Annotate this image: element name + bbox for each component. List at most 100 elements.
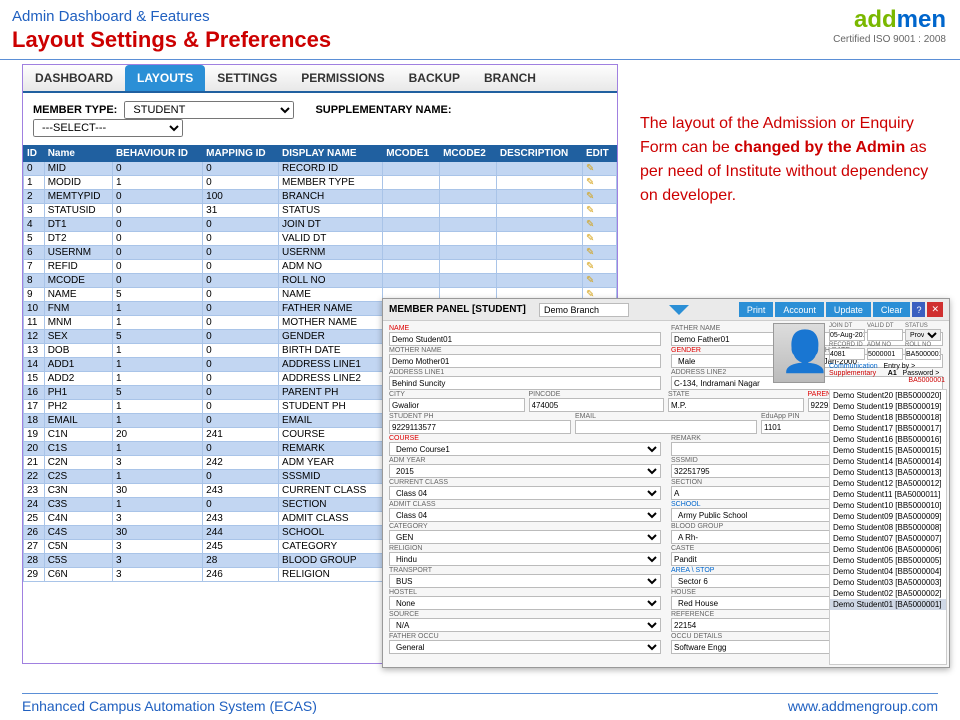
student-list-item[interactable]: Demo Student04 [BB5000004] [830, 566, 946, 577]
col-name: Name [44, 146, 112, 162]
table-row: 7REFID00ADM NO✎ [24, 260, 617, 274]
breadcrumb: Admin Dashboard & Features [12, 8, 948, 25]
edit-icon[interactable]: ✎ [586, 261, 594, 272]
input-state_l[interactable] [668, 398, 804, 412]
student-list-item[interactable]: Demo Student19 [BB5000019] [830, 401, 946, 412]
status-select[interactable]: Provisior [905, 329, 941, 341]
print-button[interactable]: Print [739, 302, 774, 317]
footer-right[interactable]: www.addmengroup.com [788, 698, 938, 714]
supplementary-name-select[interactable]: ---SELECT--- [33, 119, 183, 137]
input-addr1_l[interactable] [389, 376, 661, 390]
edit-icon[interactable]: ✎ [586, 275, 594, 286]
field-sph_l: STUDENT PH [389, 413, 571, 434]
student-list-item[interactable]: Demo Student15 [BA5000015] [830, 445, 946, 456]
edit-icon[interactable]: ✎ [586, 177, 594, 188]
student-list-item[interactable]: Demo Student02 [BA5000002] [830, 588, 946, 599]
field-email_l: EMAIL [575, 413, 757, 434]
input-city_l[interactable] [389, 398, 525, 412]
student-list-item[interactable]: Demo Student14 [BA5000014] [830, 456, 946, 467]
field-pin_l: PINCODE [529, 391, 665, 412]
student-list-item[interactable]: Demo Student18 [BB5000018] [830, 412, 946, 423]
record-id-input[interactable] [829, 348, 865, 360]
student-list-item[interactable]: Demo Student01 [BA5000001] [830, 599, 946, 610]
edit-icon[interactable]: ✎ [586, 191, 594, 202]
tab-layouts[interactable]: LAYOUTS [125, 65, 205, 91]
input-transport_l[interactable]: BUS [389, 574, 661, 588]
input-admclass_l[interactable]: Class 04 [389, 508, 661, 522]
table-row: 4DT100JOIN DT✎ [24, 218, 617, 232]
tab-settings[interactable]: SETTINGS [205, 65, 289, 91]
member-panel-overlay: MEMBER PANEL [STUDENT] Demo Branch Print… [382, 298, 950, 668]
student-list-item[interactable]: Demo Student16 [BB5000016] [830, 434, 946, 445]
edit-icon[interactable]: ✎ [586, 219, 594, 230]
col-description: DESCRIPTION [496, 146, 582, 162]
input-religion_l[interactable]: Hindu [389, 552, 661, 566]
adm-no-input[interactable] [867, 348, 903, 360]
help-button[interactable]: ? [912, 302, 925, 317]
input-sph_l[interactable] [389, 420, 571, 434]
student-list-item[interactable]: Demo Student13 [BA5000013] [830, 467, 946, 478]
input-source_l[interactable]: N/A [389, 618, 661, 632]
input-hostel_l[interactable]: None [389, 596, 661, 610]
student-list-item[interactable]: Demo Student17 [BB5000017] [830, 423, 946, 434]
input-name_l[interactable] [389, 332, 661, 346]
join-dt-input[interactable] [829, 329, 865, 341]
input-category_l[interactable]: GEN [389, 530, 661, 544]
input-curclass_l[interactable]: Class 04 [389, 486, 661, 500]
student-list-item[interactable]: Demo Student10 [BB5000010] [830, 500, 946, 511]
tab-permissions[interactable]: PERMISSIONS [289, 65, 396, 91]
input-email_l[interactable] [575, 420, 757, 434]
student-list-item[interactable]: Demo Student07 [BA5000007] [830, 533, 946, 544]
supp-name-label: SUPPLEMENTARY NAME: [315, 104, 451, 116]
tab-backup[interactable]: BACKUP [397, 65, 472, 91]
logo-cert: Certified ISO 9001 : 2008 [833, 34, 946, 45]
input-pin_l[interactable] [529, 398, 665, 412]
col-mcode2: MCODE2 [440, 146, 497, 162]
student-list-item[interactable]: Demo Student09 [BA5000009] [830, 511, 946, 522]
valid-dt-input[interactable] [867, 329, 903, 341]
student-list-item[interactable]: Demo Student20 [BB5000020] [830, 390, 946, 401]
student-list-item[interactable]: Demo Student05 [BB5000005] [830, 555, 946, 566]
col-edit: EDIT [582, 146, 616, 162]
meta-box: JOIN DTVALID DTSTATUSProvisior RECORD ID… [829, 323, 945, 384]
field-mother_l: MOTHER NAME [389, 347, 661, 368]
col-display-name: DISPLAY NAME [279, 146, 383, 162]
account-button[interactable]: Account [775, 302, 824, 317]
roll-no-input[interactable] [905, 348, 941, 360]
dropdown-indicator-icon[interactable] [669, 305, 689, 315]
field-city_l: CITY [389, 391, 525, 412]
input-course_l[interactable]: Demo Course1 [389, 442, 661, 456]
clear-button[interactable]: Clear [873, 302, 911, 317]
branch-select[interactable]: Demo Branch [539, 303, 629, 317]
field-transport_l: TRANSPORTBUS [389, 567, 661, 588]
student-list-item[interactable]: Demo Student06 [BA5000006] [830, 544, 946, 555]
input-mother_l[interactable] [389, 354, 661, 368]
student-list-item[interactable]: Demo Student08 [BB5000008] [830, 522, 946, 533]
table-row: 1MODID10MEMBER TYPE✎ [24, 176, 617, 190]
page-title: Layout Settings & Preferences [12, 27, 948, 53]
member-type-select[interactable]: STUDENT [124, 101, 294, 119]
col-id: ID [24, 146, 45, 162]
member-type-label: MEMBER TYPE: [33, 104, 117, 116]
field-state_l: STATE [668, 391, 804, 412]
student-list-item[interactable]: Demo Student03 [BA5000003] [830, 577, 946, 588]
edit-icon[interactable]: ✎ [586, 205, 594, 216]
student-list-item[interactable]: Demo Student12 [BA5000012] [830, 478, 946, 489]
field-name_l: NAME [389, 325, 661, 346]
close-button[interactable]: ✕ [927, 302, 943, 317]
tab-dashboard[interactable]: DASHBOARD [23, 65, 125, 91]
edit-icon[interactable]: ✎ [586, 163, 594, 174]
tab-branch[interactable]: BRANCH [472, 65, 548, 91]
col-behaviour-id: BEHAVIOUR ID [112, 146, 202, 162]
table-row: 5DT200VALID DT✎ [24, 232, 617, 246]
student-photo [773, 323, 825, 383]
logo: addmen Certified ISO 9001 : 2008 [833, 6, 946, 45]
input-foccu_l[interactable]: General [389, 640, 661, 654]
edit-icon[interactable]: ✎ [586, 233, 594, 244]
input-admyear_l[interactable]: 2015 [389, 464, 661, 478]
update-button[interactable]: Update [826, 302, 871, 317]
overlay-title: MEMBER PANEL [STUDENT] [389, 304, 539, 315]
student-list[interactable]: Demo Student20 [BB5000020]Demo Student19… [829, 389, 947, 665]
student-list-item[interactable]: Demo Student11 [BA5000011] [830, 489, 946, 500]
edit-icon[interactable]: ✎ [586, 247, 594, 258]
